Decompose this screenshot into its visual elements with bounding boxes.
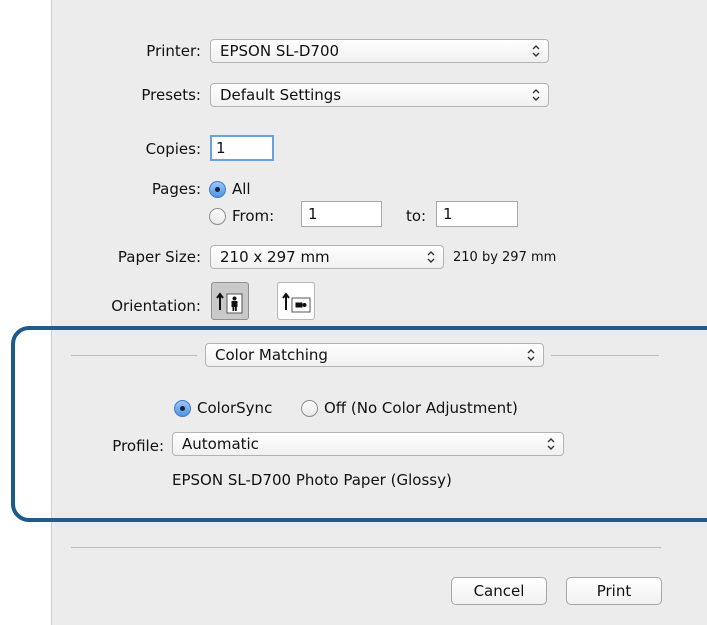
printer-label: Printer:	[146, 42, 201, 60]
paper-size-description: 210 by 297 mm	[453, 250, 557, 265]
cancel-button[interactable]: Cancel	[451, 577, 547, 605]
portrait-orientation-icon	[216, 292, 243, 314]
print-dialog-screenshot: Printer: EPSON SL-D700 Presets: Default …	[0, 0, 707, 625]
orientation-portrait-button[interactable]	[211, 282, 249, 320]
pages-from-radio[interactable]	[209, 208, 226, 225]
presets-popup[interactable]: Default Settings	[210, 83, 549, 107]
pages-label: Pages:	[151, 180, 201, 198]
print-button[interactable]: Print	[566, 577, 662, 605]
pages-to-field[interactable]: 1	[436, 201, 518, 227]
pages-all-label: All	[232, 180, 251, 198]
printer-popup[interactable]: EPSON SL-D700	[210, 39, 549, 63]
pages-from-field[interactable]: 1	[301, 201, 382, 227]
bottom-divider	[71, 547, 661, 548]
printer-popup-value: EPSON SL-D700	[220, 42, 340, 60]
updown-chevron-icon	[532, 89, 540, 101]
pages-all-radio[interactable]	[209, 181, 226, 198]
landscape-orientation-icon	[282, 292, 311, 313]
copies-label: Copies:	[145, 140, 201, 158]
pages-from-label: From:	[232, 207, 275, 225]
pages-to-label: to:	[406, 207, 427, 225]
paper-size-label: Paper Size:	[117, 248, 201, 266]
orientation-label: Orientation:	[111, 297, 201, 315]
paper-size-popup-value: 210 x 297 mm	[220, 248, 330, 266]
highlight-frame	[11, 326, 707, 522]
updown-chevron-icon	[427, 251, 435, 263]
print-dialog: Printer: EPSON SL-D700 Presets: Default …	[51, 0, 707, 625]
orientation-landscape-button[interactable]	[277, 282, 315, 320]
updown-chevron-icon	[532, 45, 540, 57]
copies-field[interactable]: 1	[210, 135, 274, 161]
presets-popup-value: Default Settings	[220, 86, 342, 104]
paper-size-popup[interactable]: 210 x 297 mm	[210, 245, 444, 269]
presets-label: Presets:	[141, 86, 201, 104]
